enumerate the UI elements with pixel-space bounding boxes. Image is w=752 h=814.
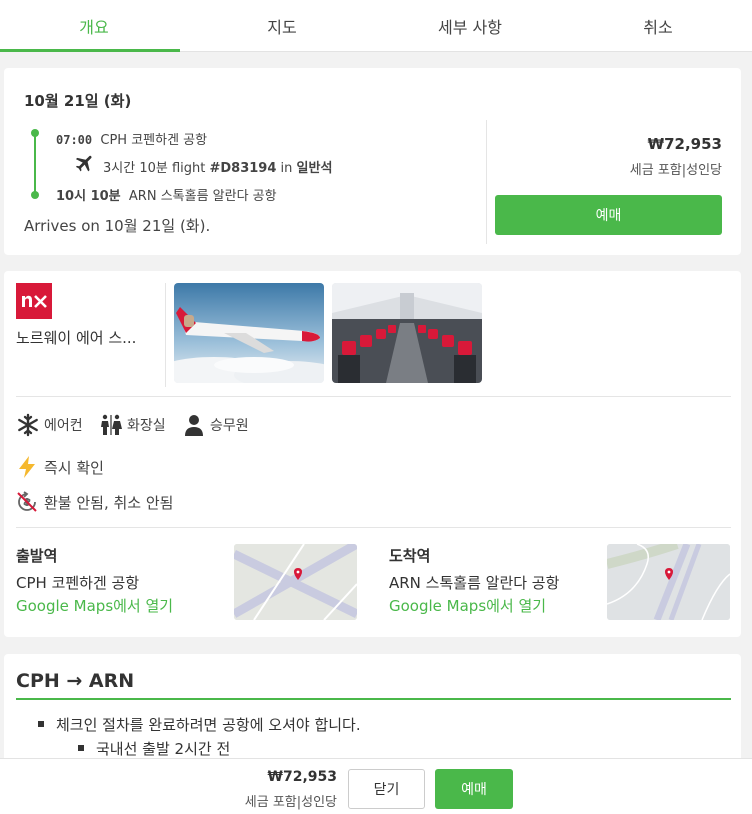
price: ₩72,953 — [647, 135, 722, 153]
tab-bar: 개요 지도 세부 사항 취소 — [0, 0, 752, 52]
arrival-station-name: ARN 스톡홀름 알란다 공항 — [389, 574, 560, 592]
airline-card: 노르웨이 에어 스... 에어컨 화장실 승무원 즉시 확인 환불 안됨, 취소… — [4, 271, 741, 637]
book-button[interactable]: 예매 — [495, 195, 722, 235]
flight-date: 10월 21일 (화) — [24, 92, 132, 110]
arrival-station-title: 도착역 — [389, 547, 431, 565]
departure-time: 07:00 — [56, 133, 93, 147]
amenity-ac: 에어컨 — [16, 413, 83, 437]
bullet — [38, 720, 44, 727]
airplane-photo[interactable] — [174, 283, 324, 383]
feature-label: 즉시 확인 — [44, 458, 104, 477]
airline-logo — [16, 283, 52, 319]
divider — [165, 283, 166, 387]
flight-in-word: in — [276, 161, 297, 176]
amenity-label: 승무원 — [210, 418, 249, 434]
close-button[interactable]: 닫기 — [348, 769, 425, 809]
amenity-label: 화장실 — [127, 418, 166, 434]
list-item-text: 국내선 출발 2시간 전 — [96, 740, 231, 758]
divider — [16, 527, 731, 528]
feature-instant: 즉시 확인 — [16, 455, 104, 479]
timeline-line — [34, 131, 36, 195]
departure-dot — [31, 129, 39, 137]
arrival-dot — [31, 191, 39, 199]
tab-cancel[interactable]: 취소 — [564, 0, 752, 51]
bottom-bar: ₩72,953 세금 포함|성인당 닫기 예매 — [0, 758, 752, 814]
list-item-text: 체크인 절차를 완료하려면 공항에 오셔야 합니다. — [56, 716, 361, 734]
departure-maps-link[interactable]: Google Maps에서 열기 — [16, 595, 173, 616]
snowflake-icon — [18, 413, 38, 437]
tab-details[interactable]: 세부 사항 — [376, 0, 564, 51]
list-item: 체크인 절차를 완료하려면 공항에 오셔야 합니다. — [38, 714, 361, 735]
amenity-toilet: 화장실 — [99, 413, 166, 437]
arrival-note: Arrives on 10월 21일 (화). — [24, 217, 211, 235]
lightning-icon — [19, 456, 35, 478]
airline-name: 노르웨이 에어 스... — [16, 329, 137, 347]
divider — [16, 396, 731, 397]
feature-label: 환불 안됨, 취소 안됨 — [44, 493, 174, 512]
price-note: 세금 포함|성인당 — [629, 163, 722, 178]
arrival-map[interactable] — [607, 544, 730, 620]
route-underline — [16, 698, 731, 700]
arrival-maps-link[interactable]: Google Maps에서 열기 — [389, 595, 546, 616]
flight-info: 3시간 10분 flight #D83194 in 일반석 — [103, 157, 332, 176]
tab-overview[interactable]: 개요 — [0, 0, 188, 52]
feature-refund: 환불 안됨, 취소 안됨 — [16, 490, 173, 514]
departure-station-title: 출발역 — [16, 547, 58, 565]
amenity-label: 에어컨 — [44, 418, 83, 434]
flight-number: #D83194 — [209, 161, 277, 176]
bottom-book-button[interactable]: 예매 — [435, 769, 513, 809]
departure-row: 07:00 CPH 코펜하겐 공항 — [56, 129, 207, 148]
no-refund-icon — [17, 491, 37, 512]
flight-duration: 3시간 10분 flight — [103, 161, 210, 176]
cabin-photo[interactable] — [332, 283, 482, 383]
departure-airport: CPH 코펜하겐 공항 — [100, 133, 208, 148]
arrival-time: 10시 10분 — [56, 189, 121, 204]
bullet — [78, 744, 84, 751]
arrival-row: 10시 10분 ARN 스톡홀름 알란다 공항 — [56, 185, 277, 204]
person-icon — [185, 415, 203, 436]
departure-station-name: CPH 코펜하겐 공항 — [16, 574, 140, 592]
tab-map[interactable]: 지도 — [188, 0, 376, 51]
bottom-price-note: 세금 포함|성인당 — [244, 795, 337, 810]
restroom-icon — [101, 414, 122, 435]
cabin-class: 일반석 — [296, 161, 333, 176]
divider — [486, 120, 487, 244]
arrival-airport: ARN 스톡홀름 알란다 공항 — [128, 189, 277, 204]
flight-summary-card: 10월 21일 (화) 07:00 CPH 코펜하겐 공항 3시간 10분 fl… — [4, 68, 741, 255]
airplane-icon — [75, 155, 92, 172]
bottom-price: ₩72,953 — [267, 769, 337, 785]
route-title: CPH → ARN — [16, 670, 135, 692]
departure-map[interactable] — [234, 544, 357, 620]
amenity-crew: 승무원 — [182, 413, 249, 437]
list-item: 국내선 출발 2시간 전 — [78, 738, 230, 759]
